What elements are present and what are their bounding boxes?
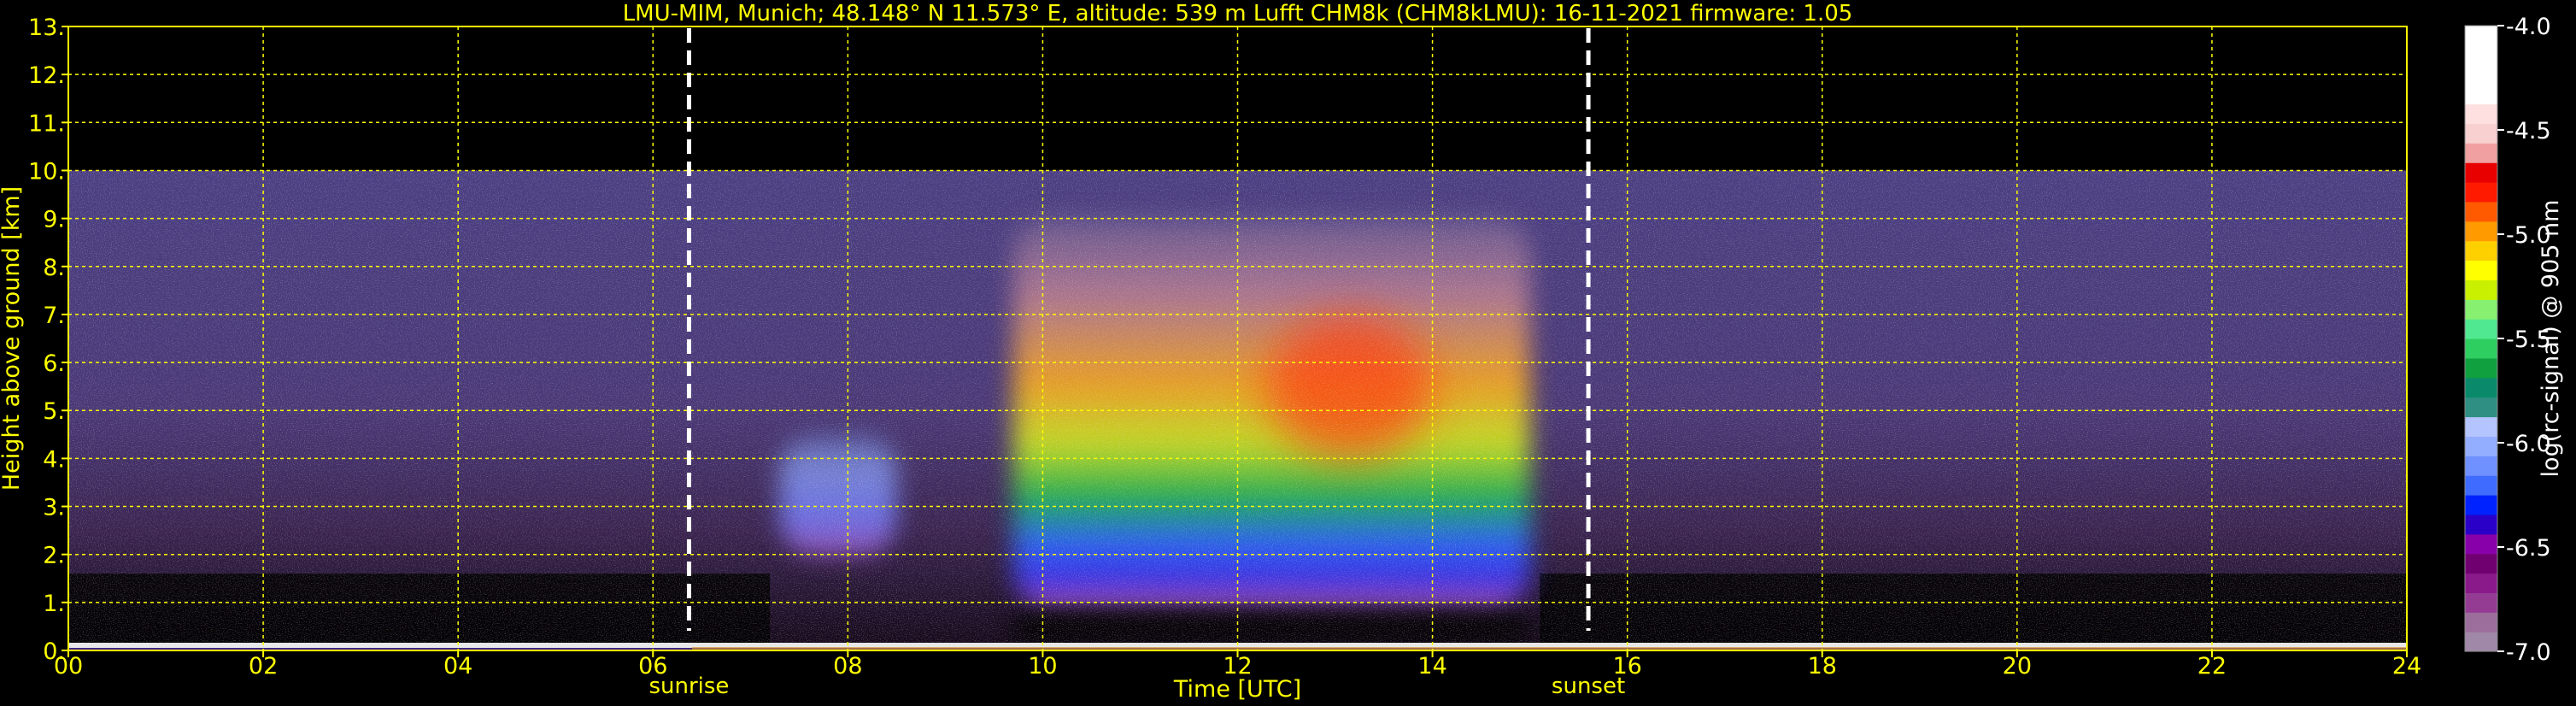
colorbar-swatch	[2465, 201, 2497, 222]
y-tick-label: 8.	[43, 255, 65, 281]
y-tick-label: 5.	[43, 398, 65, 425]
x-tick-label: 22	[2198, 653, 2227, 680]
colorbar-swatch	[2465, 44, 2497, 66]
colorbar-tick-label: -6.5	[2506, 535, 2551, 562]
x-tick-label: 20	[2003, 653, 2032, 680]
colorbar-swatch	[2465, 456, 2497, 476]
colorbar-swatch	[2465, 299, 2497, 320]
colorbar-swatch	[2465, 416, 2497, 437]
x-tick-label: 04	[443, 653, 472, 680]
colorbar-swatch	[2465, 592, 2497, 613]
x-tick-label: 06	[638, 653, 667, 680]
colorbar-swatch	[2465, 319, 2497, 339]
colorbar-swatch	[2465, 279, 2497, 300]
colorbar-tick-label: -7.0	[2506, 639, 2551, 666]
colorbar-swatch	[2465, 26, 2497, 46]
colorbar-label: log(rc-signal) @ 905 nm	[2538, 200, 2564, 478]
colorbar-swatch	[2465, 533, 2497, 555]
colorbar-swatch	[2465, 553, 2497, 574]
colorbar-swatch	[2465, 240, 2497, 262]
y-tick-label: 10.	[28, 158, 65, 185]
y-tick-label: 9.	[43, 207, 65, 233]
colorbar-swatch	[2465, 514, 2497, 535]
colorbar-swatch	[2465, 338, 2497, 359]
x-axis-label: Time [UTC]	[1173, 676, 1301, 703]
x-tick-label: 02	[249, 653, 278, 680]
chart-svg: LMU-MIM, Munich; 48.148° N 11.573° E, al…	[0, 1, 2564, 703]
colorbar-tick-label: -4.0	[2506, 14, 2551, 40]
colorbar-swatch	[2465, 103, 2497, 124]
colorbar-swatch	[2465, 123, 2497, 144]
colorbar-swatch	[2465, 612, 2497, 632]
colorbar-tick-label: -4.5	[2506, 118, 2551, 144]
colorbar-swatch	[2465, 182, 2497, 203]
chart-title: LMU-MIM, Munich; 48.148° N 11.573° E, al…	[623, 1, 1853, 26]
y-axis-label: Height above ground [km]	[0, 186, 25, 491]
y-tick-label: 11.	[28, 110, 65, 137]
y-tick-label: 4.	[43, 446, 65, 473]
x-tick-label: 24	[2392, 653, 2421, 680]
colorbar-swatch	[2465, 397, 2497, 418]
y-tick-label: 3.	[43, 495, 65, 521]
y-tick-label: 6.	[43, 350, 65, 377]
y-tick-label: 0.	[43, 638, 65, 665]
colorbar-swatch	[2465, 143, 2497, 163]
colorbar-swatch	[2465, 84, 2497, 105]
x-tick-label: 10	[1028, 653, 1057, 680]
surface-signal	[691, 647, 2407, 650]
ceilometer-chart: LMU-MIM, Munich; 48.148° N 11.573° E, al…	[0, 0, 2576, 706]
colorbar-swatch	[2465, 377, 2497, 398]
colorbar-swatch	[2465, 475, 2497, 496]
colorbar-swatch	[2465, 357, 2497, 379]
y-tick-label: 12.	[28, 62, 65, 89]
colorbar-swatch	[2465, 632, 2497, 652]
y-tick-label: 13.	[28, 15, 65, 41]
y-tick-label: 2.	[43, 543, 65, 569]
x-tick-label: 14	[1417, 653, 1446, 680]
y-tick-label: 7.	[43, 303, 65, 329]
colorbar-swatch	[2465, 64, 2497, 85]
colorbar-swatch	[2465, 573, 2497, 593]
colorbar-swatch	[2465, 260, 2497, 280]
y-tick-label: 1.	[43, 591, 65, 617]
colorbar-swatch	[2465, 221, 2497, 242]
colorbar-swatch	[2465, 436, 2497, 456]
x-tick-label: 16	[1612, 653, 1641, 680]
x-tick-label: 18	[1808, 653, 1837, 680]
colorbar-swatch	[2465, 495, 2497, 515]
x-tick-label: 08	[833, 653, 862, 680]
colorbar-swatch	[2465, 162, 2497, 183]
